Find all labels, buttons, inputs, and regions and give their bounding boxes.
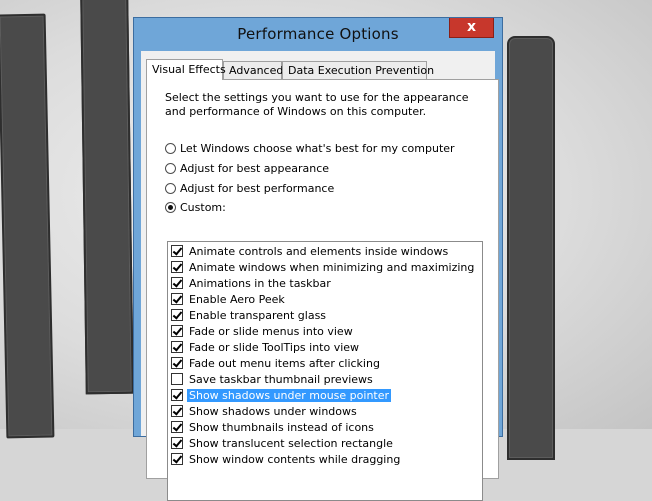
effect-label: Fade or slide menus into view	[189, 325, 353, 338]
tab-data-execution-prevention[interactable]: Data Execution Prevention	[282, 61, 434, 79]
effect-item[interactable]: Save taskbar thumbnail previews	[171, 372, 375, 388]
close-button[interactable]: x	[449, 18, 494, 38]
effect-label: Fade out menu items after clicking	[189, 357, 380, 370]
close-icon: x	[466, 19, 477, 35]
tab-visual-effects[interactable]: Visual Effects	[146, 59, 226, 80]
radio-button[interactable]	[165, 143, 176, 154]
effect-label: Show translucent selection rectangle	[189, 437, 393, 450]
radio-label: Adjust for best appearance	[180, 162, 330, 175]
effect-item[interactable]: Show window contents while dragging	[171, 452, 402, 468]
effect-item[interactable]: Enable Aero Peek	[171, 292, 287, 308]
effect-label: Save taskbar thumbnail previews	[189, 373, 373, 386]
checkbox-unchecked[interactable]	[171, 373, 183, 385]
effect-item[interactable]: Enable transparent glass	[171, 308, 328, 324]
checkbox-checked[interactable]	[171, 325, 183, 337]
performance-options-window: Performance Options x Visual Effects Adv…	[133, 17, 503, 501]
window-title: Performance Options	[237, 25, 399, 43]
radio-label: Adjust for best performance	[180, 182, 335, 195]
desktop-shape-right	[507, 36, 555, 460]
checkbox-checked[interactable]	[171, 453, 183, 465]
radio-label: Let Windows choose what's best for my co…	[180, 142, 455, 155]
effect-label: Animate windows when minimizing and maxi…	[189, 261, 475, 274]
effect-item[interactable]: Fade out menu items after clicking	[171, 356, 382, 372]
checkbox-checked[interactable]	[171, 341, 183, 353]
radio-button[interactable]	[165, 163, 176, 174]
effect-label: Enable transparent glass	[189, 309, 327, 322]
effect-label: Show shadows under windows	[189, 405, 357, 418]
effect-label: Animate controls and elements inside win…	[189, 245, 449, 258]
effect-label: Fade or slide ToolTips into view	[189, 341, 360, 354]
window-client-area: Visual Effects Advanced Data Execution P…	[141, 51, 499, 501]
effect-item[interactable]: Show shadows under mouse pointer	[171, 388, 392, 404]
effect-item[interactable]: Fade or slide menus into view	[171, 324, 355, 340]
radio-button-selected[interactable]	[165, 202, 176, 213]
radio-label: Custom:	[180, 201, 226, 214]
checkbox-checked[interactable]	[171, 245, 183, 257]
checkbox-checked[interactable]	[171, 421, 183, 433]
effect-item[interactable]: Show shadows under windows	[171, 404, 359, 420]
checkbox-checked[interactable]	[171, 437, 183, 449]
effect-item[interactable]: Animations in the taskbar	[171, 276, 333, 292]
checkbox-checked[interactable]	[171, 293, 183, 305]
radio-best-appearance[interactable]: Adjust for best appearance	[165, 162, 329, 177]
effect-label: Show shadows under mouse pointer	[187, 389, 392, 402]
effect-item[interactable]: Show translucent selection rectangle	[171, 436, 395, 452]
effect-label: Show thumbnails instead of icons	[189, 421, 374, 434]
desktop-shape-left	[0, 13, 55, 439]
effect-label: Show window contents while dragging	[189, 453, 401, 466]
checkbox-checked[interactable]	[171, 389, 183, 401]
radio-best-performance[interactable]: Adjust for best performance	[165, 182, 334, 197]
radio-custom[interactable]: Custom:	[165, 201, 226, 216]
description-text: Select the settings you want to use for …	[165, 91, 469, 118]
checkbox-checked[interactable]	[171, 309, 183, 321]
radio-let-windows-choose[interactable]: Let Windows choose what's best for my co…	[165, 142, 455, 157]
desktop-shape-middle	[80, 0, 134, 395]
checkbox-checked[interactable]	[171, 277, 183, 289]
effect-item[interactable]: Animate controls and elements inside win…	[171, 244, 450, 260]
effects-checklist[interactable]: Animate controls and elements inside win…	[167, 241, 483, 501]
effect-item[interactable]: Fade or slide ToolTips into view	[171, 340, 361, 356]
effect-item[interactable]: Show thumbnails instead of icons	[171, 420, 376, 436]
checkbox-checked[interactable]	[171, 357, 183, 369]
radio-button[interactable]	[165, 183, 176, 194]
effect-label: Enable Aero Peek	[189, 293, 285, 306]
checkbox-checked[interactable]	[171, 261, 183, 273]
visual-effects-panel: Select the settings you want to use for …	[146, 79, 499, 501]
title-bar[interactable]: Performance Options x	[134, 18, 502, 51]
effect-item[interactable]: Animate windows when minimizing and maxi…	[171, 260, 476, 276]
tab-advanced[interactable]: Advanced	[223, 61, 283, 79]
effect-label: Animations in the taskbar	[189, 277, 331, 290]
checkbox-checked[interactable]	[171, 405, 183, 417]
